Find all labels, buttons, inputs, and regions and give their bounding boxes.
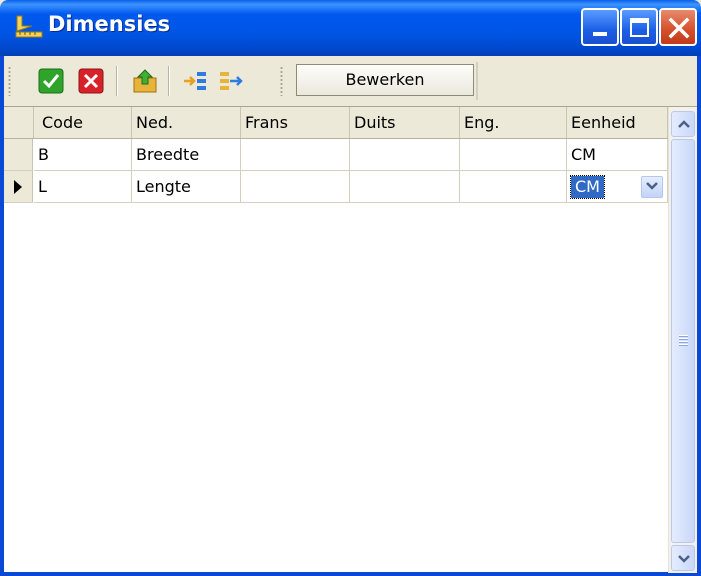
close-icon	[668, 17, 690, 39]
chevron-down-icon	[646, 182, 658, 190]
bewerken-button[interactable]: Bewerken	[296, 64, 474, 96]
maximize-button[interactable]	[620, 8, 658, 46]
column-header-duits[interactable]: Duits	[350, 107, 460, 138]
cell-ned[interactable]: Lengte	[132, 171, 241, 203]
column-header-ned[interactable]: Ned.	[132, 107, 241, 138]
column-header-eenheid[interactable]: Eenheid	[567, 107, 668, 138]
toolbar: Bewerken	[4, 56, 697, 106]
vertical-scrollbar[interactable]	[668, 107, 697, 573]
check-icon[interactable]	[38, 68, 64, 94]
cell-eng[interactable]	[460, 139, 567, 171]
maximize-icon	[630, 18, 649, 37]
arrow-out-list-icon[interactable]	[218, 68, 244, 94]
cell-eenheid-editor[interactable]: CM	[567, 171, 668, 203]
cell-duits[interactable]	[350, 171, 460, 203]
scroll-thumb[interactable]	[671, 139, 695, 543]
table-row[interactable]: B Breedte CM	[4, 139, 668, 171]
x-icon[interactable]	[78, 68, 104, 94]
cell-code[interactable]: B	[34, 139, 132, 171]
table-row[interactable]: L Lengte CM	[4, 171, 668, 203]
current-row-arrow-icon	[14, 180, 22, 194]
chevron-up-icon	[678, 120, 690, 128]
data-grid[interactable]: Code Ned. Frans Duits Eng. Eenheid B Bre…	[4, 106, 697, 573]
folder-up-icon[interactable]	[132, 68, 158, 94]
toolbar-separator	[116, 66, 117, 96]
window-frame-bottom	[0, 572, 701, 576]
scroll-down-button[interactable]	[671, 545, 695, 571]
cell-frans[interactable]	[241, 139, 350, 171]
window-title: Dimensies	[48, 12, 171, 36]
close-button[interactable]	[659, 8, 697, 46]
cell-ned[interactable]: Breedte	[132, 139, 241, 171]
title-bar[interactable]: Dimensies	[0, 0, 701, 56]
eenheid-dropdown-button[interactable]	[641, 176, 663, 198]
minimize-icon	[593, 32, 607, 36]
scroll-thumb-grip	[679, 335, 688, 347]
cell-eng[interactable]	[460, 171, 567, 203]
arrow-into-list-icon[interactable]	[182, 68, 208, 94]
column-header-code[interactable]: Code	[34, 107, 132, 138]
window-frame-right	[697, 56, 701, 576]
toolbar-edge	[476, 62, 478, 100]
row-indicator[interactable]	[4, 171, 33, 203]
row-indicator[interactable]	[4, 139, 33, 171]
toolbar-separator	[168, 66, 169, 96]
ruler-icon	[15, 15, 43, 38]
eenheid-combo-value[interactable]: CM	[570, 175, 605, 199]
cell-frans[interactable]	[241, 171, 350, 203]
scroll-up-button[interactable]	[671, 111, 695, 137]
dimensies-window: Dimensies Bewerken Code Ned. Frans Duits…	[0, 0, 701, 576]
cell-duits[interactable]	[350, 139, 460, 171]
column-header-frans[interactable]: Frans	[241, 107, 350, 138]
column-header-eng[interactable]: Eng.	[460, 107, 567, 138]
toolbar-grip[interactable]	[8, 66, 11, 96]
row-indicator-header	[4, 107, 34, 138]
minimize-button[interactable]	[581, 8, 619, 46]
chevron-down-icon	[678, 555, 690, 563]
grid-header: Code Ned. Frans Duits Eng. Eenheid	[4, 107, 668, 139]
cell-code[interactable]: L	[34, 171, 132, 203]
cell-eenheid[interactable]: CM	[567, 139, 668, 171]
toolbar-grip[interactable]	[280, 66, 283, 96]
